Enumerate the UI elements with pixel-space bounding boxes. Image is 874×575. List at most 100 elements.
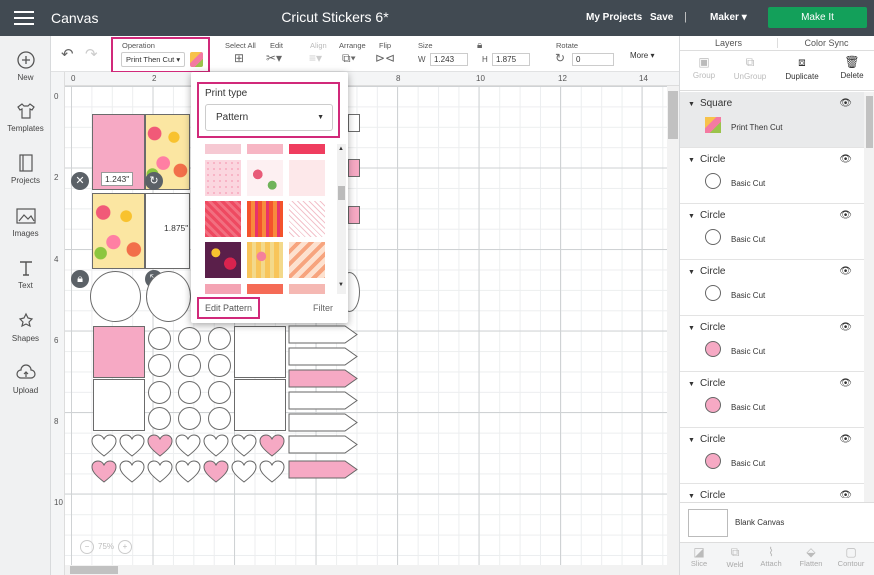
sticker-arrow[interactable]: [288, 435, 358, 454]
sticker-arrow[interactable]: [288, 413, 358, 432]
sticker-circle[interactable]: [208, 407, 231, 430]
pattern-swatch[interactable]: [247, 201, 283, 237]
undo-icon[interactable]: ↶: [61, 45, 74, 63]
sticker-circle[interactable]: [208, 354, 231, 377]
group-button[interactable]: ▣ Group: [680, 55, 728, 80]
sticker-square[interactable]: [234, 326, 286, 378]
edit-pattern-button[interactable]: Edit Pattern: [205, 303, 252, 313]
sticker-square[interactable]: [93, 379, 145, 431]
sticker-circle[interactable]: [178, 354, 201, 377]
layer-item[interactable]: ▼ Circle 👁︎ Basic Cut: [680, 316, 864, 372]
layer-item[interactable]: ▼ Circle 👁︎ Basic Cut: [680, 204, 864, 260]
pattern-swatch[interactable]: [247, 242, 283, 278]
collapse-triangle-icon[interactable]: ▼: [688, 437, 695, 444]
zoom-out-icon[interactable]: −: [80, 540, 94, 554]
sticker-circle[interactable]: [146, 271, 191, 322]
sidebar-item-projects[interactable]: Projects: [0, 153, 51, 185]
canvas-vertical-scrollbar[interactable]: [667, 86, 679, 575]
width-input[interactable]: 1.243: [430, 53, 468, 66]
layer-item[interactable]: ▼ Circle 👁︎: [680, 484, 864, 498]
sticker-arrow[interactable]: [288, 369, 358, 388]
rotate-input[interactable]: 0: [572, 53, 614, 66]
height-input[interactable]: 1.875: [492, 53, 530, 66]
sidebar-item-shapes[interactable]: Shapes: [0, 311, 51, 343]
tab-color-sync[interactable]: Color Sync: [778, 38, 874, 48]
swatch-scrollbar[interactable]: ▲ ▼: [337, 144, 346, 294]
pattern-swatch[interactable]: [247, 284, 283, 294]
collapse-triangle-icon[interactable]: ▼: [688, 325, 695, 332]
collapse-triangle-icon[interactable]: ▼: [688, 493, 695, 498]
ungroup-button[interactable]: ⧉ UnGroup: [726, 55, 774, 81]
eye-icon[interactable]: 👁︎: [839, 266, 852, 277]
pattern-swatch[interactable]: [289, 160, 325, 196]
weld-button[interactable]: ⧉ Weld: [716, 545, 754, 569]
sticker-circle[interactable]: [90, 271, 141, 322]
layers-scrollbar[interactable]: [864, 92, 874, 502]
pattern-swatch[interactable]: [205, 201, 241, 237]
pattern-swatch-button[interactable]: [190, 52, 203, 67]
scrollbar-thumb[interactable]: [70, 566, 118, 574]
eye-icon[interactable]: 👁︎: [839, 322, 852, 333]
pattern-swatch[interactable]: [289, 144, 325, 154]
flip-icon[interactable]: ⊳⊲: [375, 51, 395, 65]
select-all-icon[interactable]: ⊞: [234, 51, 244, 65]
scrollbar-thumb[interactable]: [338, 186, 345, 200]
eye-icon[interactable]: 👁︎: [839, 434, 852, 445]
pattern-swatch[interactable]: [247, 160, 283, 196]
collapse-triangle-icon[interactable]: ▼: [688, 101, 695, 108]
zoom-in-icon[interactable]: +: [118, 540, 133, 554]
pattern-swatch[interactable]: [247, 144, 283, 154]
sticker-circle[interactable]: [178, 381, 201, 404]
rotate-handle-icon[interactable]: ↻: [145, 172, 163, 190]
sticker-circle[interactable]: [208, 381, 231, 404]
contour-button[interactable]: ▢ Contour: [832, 545, 870, 568]
eye-icon[interactable]: 👁︎: [839, 378, 852, 389]
redo-icon[interactable]: ↷: [85, 45, 98, 63]
collapse-triangle-icon[interactable]: ▼: [688, 213, 695, 220]
lock-handle-icon[interactable]: 🔒︎: [71, 270, 89, 288]
sticker-arrow[interactable]: [288, 460, 358, 479]
sticker-rect[interactable]: [348, 159, 360, 177]
sticker-circle[interactable]: [148, 381, 171, 404]
scissors-icon[interactable]: ✂▾: [266, 51, 282, 65]
layer-item[interactable]: ▼ Circle 👁︎ Basic Cut: [680, 260, 864, 316]
collapse-triangle-icon[interactable]: ▼: [688, 157, 695, 164]
sticker-circle[interactable]: [208, 327, 231, 350]
scroll-down-icon[interactable]: ▼: [338, 282, 344, 288]
sticker-circle[interactable]: [148, 327, 171, 350]
sticker-rect[interactable]: [348, 206, 360, 224]
scrollbar-thumb[interactable]: [668, 91, 678, 139]
sticker-circle[interactable]: [178, 407, 201, 430]
sticker-arrow[interactable]: [288, 391, 358, 410]
attach-button[interactable]: ⌇ Attach: [752, 545, 790, 568]
make-it-button[interactable]: Make It: [768, 7, 867, 28]
more-menu[interactable]: More ▾: [630, 51, 654, 60]
sticker-square[interactable]: [93, 326, 145, 378]
arrange-icon[interactable]: ⧉▾: [342, 51, 356, 66]
filter-button[interactable]: Filter: [313, 303, 333, 313]
lock-icon[interactable]: 🔒︎: [477, 40, 482, 51]
sticker-circle[interactable]: [148, 407, 171, 430]
pattern-swatch[interactable]: [289, 284, 325, 294]
tab-layers[interactable]: Layers: [680, 38, 778, 48]
sidebar-item-text[interactable]: Text: [0, 258, 51, 290]
duplicate-button[interactable]: ⧈ Duplicate: [778, 55, 826, 81]
pattern-swatch[interactable]: [205, 242, 241, 278]
collapse-triangle-icon[interactable]: ▼: [688, 269, 695, 276]
my-projects-link[interactable]: My Projects: [586, 12, 642, 23]
sidebar-item-templates[interactable]: Templates: [0, 101, 51, 133]
collapse-triangle-icon[interactable]: ▼: [688, 381, 695, 388]
sticker-circle[interactable]: [178, 327, 201, 350]
eye-icon[interactable]: 👁︎: [839, 98, 852, 109]
pattern-swatch[interactable]: [205, 284, 241, 294]
pattern-swatch[interactable]: [205, 144, 241, 154]
sidebar-item-upload[interactable]: Upload: [0, 363, 51, 395]
sticker-square[interactable]: [234, 379, 286, 431]
design-canvas[interactable]: 0 2 8 10 12 14 0 2 4 6 8 10 1.243" 1.875…: [51, 72, 679, 575]
delete-button[interactable]: 🗑︎ Delete: [828, 55, 874, 80]
sticker-arrow[interactable]: [288, 347, 358, 366]
eye-icon[interactable]: 👁︎: [839, 210, 852, 221]
layer-item[interactable]: ▼ Circle 👁︎ Basic Cut: [680, 148, 864, 204]
machine-select[interactable]: Maker ▾: [710, 12, 747, 23]
flatten-button[interactable]: ⬙ Flatten: [792, 545, 830, 568]
